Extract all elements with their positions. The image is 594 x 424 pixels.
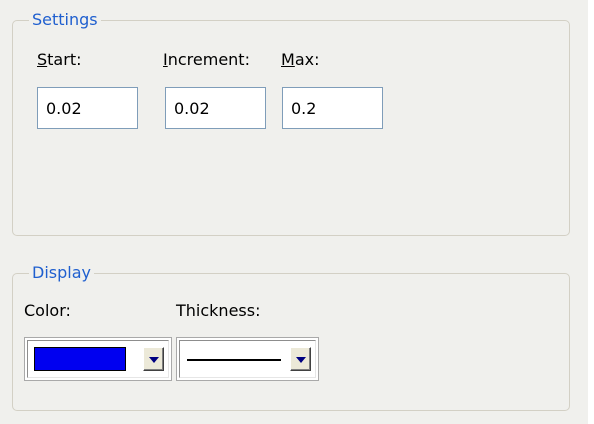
thickness-line-sample (187, 359, 281, 361)
thickness-dropdown-button[interactable] (290, 347, 311, 371)
max-input[interactable] (282, 87, 383, 129)
color-dropdown-button[interactable] (143, 347, 164, 371)
color-dropdown[interactable] (24, 337, 172, 381)
color-swatch (34, 347, 126, 371)
settings-group-title: Settings (29, 10, 101, 30)
start-label: Start: (37, 50, 81, 70)
color-label: Color: (24, 301, 71, 320)
window: Settings Start: Increment: Max: Display … (0, 0, 594, 424)
start-input[interactable] (37, 87, 138, 129)
max-label: Max: (281, 50, 319, 70)
increment-label-text: ncrement: (167, 50, 250, 69)
start-label-hotkey: S (37, 50, 48, 69)
settings-panel: Settings Start: Increment: Max: Display … (0, 0, 588, 424)
chevron-down-icon (296, 357, 306, 363)
chevron-down-icon (149, 357, 159, 363)
display-group-title: Display (29, 263, 94, 283)
thickness-dropdown[interactable] (176, 337, 319, 381)
start-label-text: tart: (47, 50, 82, 69)
max-label-hotkey: M (281, 50, 295, 69)
max-label-text: ax: (294, 50, 320, 69)
increment-label: Increment: (163, 50, 250, 70)
thickness-label: Thickness: (176, 301, 261, 320)
increment-input[interactable] (165, 87, 266, 129)
